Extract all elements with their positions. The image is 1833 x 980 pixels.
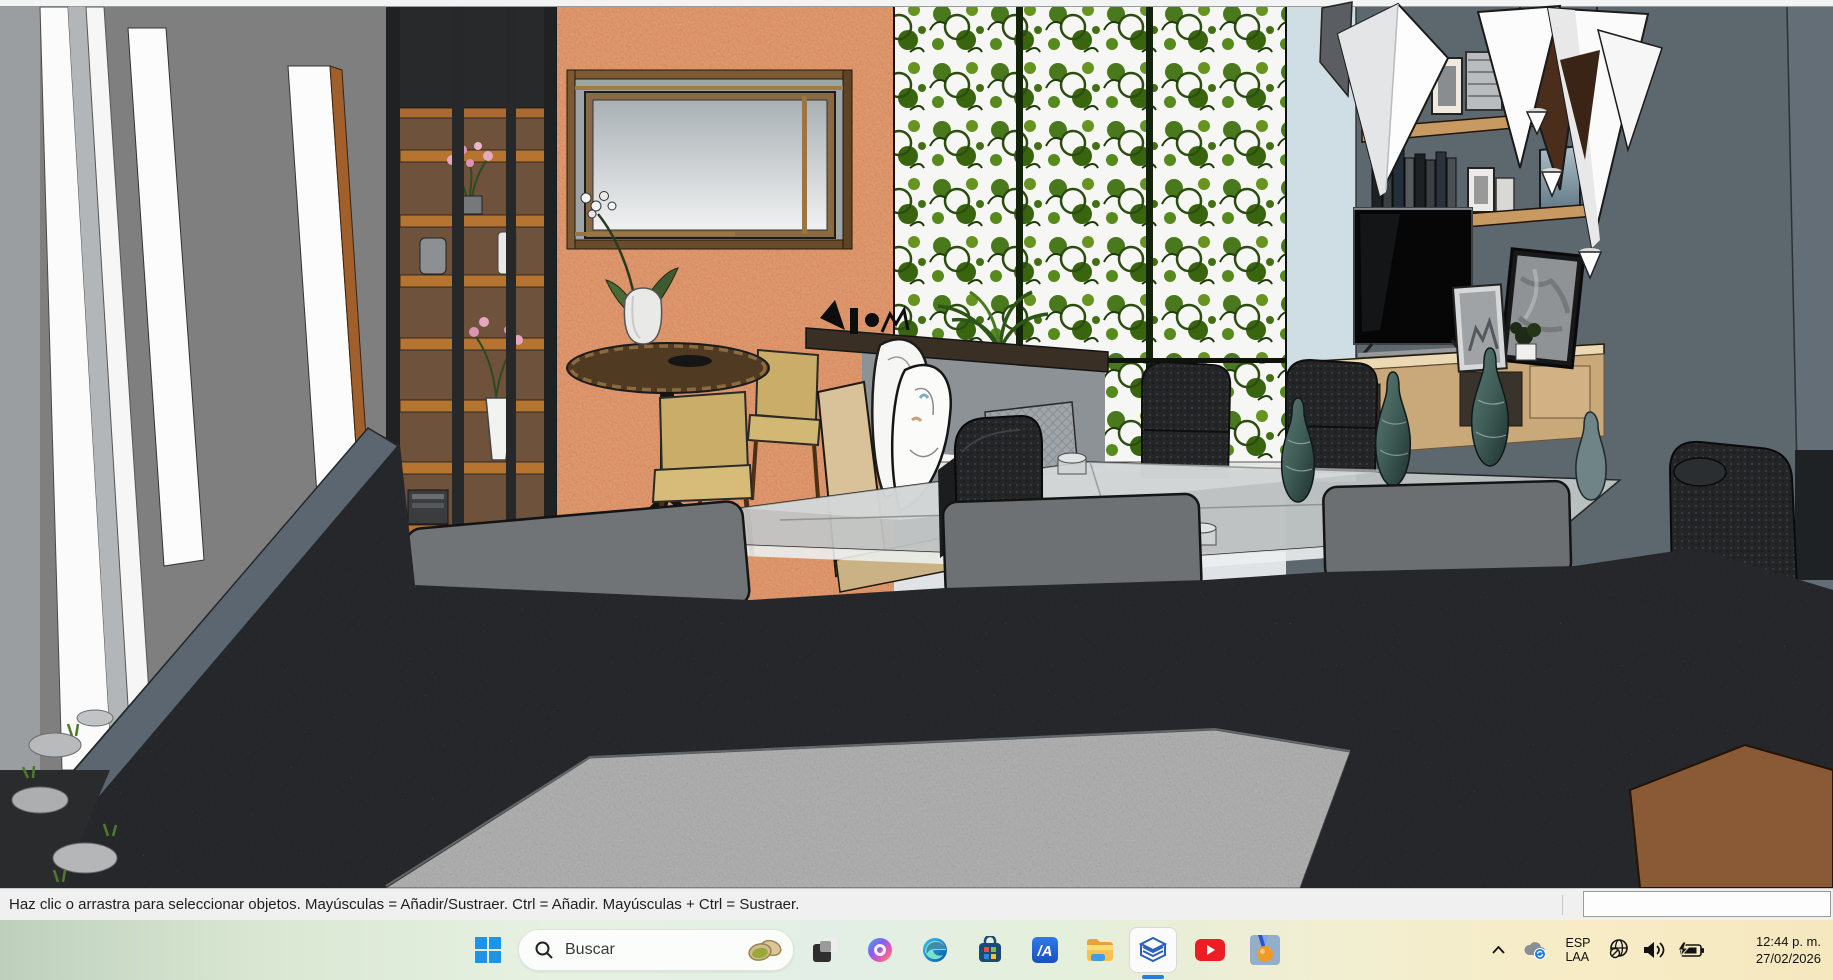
task-view-button[interactable] (805, 928, 845, 972)
copilot-button[interactable] (860, 928, 900, 972)
tray-chevron-button[interactable] (1481, 946, 1515, 954)
glass-cup (1058, 453, 1086, 474)
battery-charging-icon (1677, 941, 1705, 959)
search-placeholder: Buscar (565, 941, 747, 959)
speaker-icon (1643, 941, 1665, 959)
cloud-sync-icon (1523, 940, 1547, 960)
clock-date: 27/02/2026 (1756, 950, 1821, 967)
edge-button[interactable] (915, 928, 955, 972)
sketchup-icon (1138, 935, 1168, 965)
sketchup-app-button[interactable] (1129, 927, 1177, 973)
onedrive-tray-button[interactable] (1515, 940, 1555, 960)
copilot-icon (866, 936, 894, 964)
clock-time: 12:44 p. m. (1756, 933, 1821, 950)
language-indicator[interactable]: ESP LAA (1555, 936, 1601, 964)
clock[interactable]: 12:44 p. m. 27/02/2026 (1711, 933, 1833, 967)
volume-tray-button[interactable] (1637, 941, 1671, 959)
viewport-3d-scene[interactable] (0, 0, 1833, 888)
taskbar: Buscar (0, 920, 1833, 980)
youtube-icon (1195, 939, 1225, 961)
tv[interactable] (1354, 208, 1472, 356)
status-divider (1562, 895, 1563, 915)
chevron-up-icon (1492, 946, 1505, 954)
slash-a-app-button[interactable]: /A (1025, 928, 1065, 972)
microsoft-store-icon (976, 936, 1004, 964)
windows-logo-icon (475, 937, 501, 963)
search-input[interactable]: Buscar (518, 929, 794, 971)
language-line2: LAA (1565, 950, 1590, 964)
open-shelving-unit[interactable] (386, 7, 556, 607)
status-bar: Haz clic o arrastra para seleccionar obj… (0, 888, 1833, 920)
globe-offline-icon (1607, 938, 1631, 962)
battery-tray-button[interactable] (1671, 941, 1711, 959)
medal-app-button[interactable] (1245, 928, 1285, 972)
task-view-icon (812, 937, 838, 963)
slash-a-icon: /A (1031, 936, 1059, 964)
edge-icon (921, 936, 949, 964)
start-button[interactable] (468, 928, 508, 972)
language-line1: ESP (1565, 936, 1590, 950)
system-tray: ESP LAA (1481, 920, 1833, 980)
file-explorer-button[interactable] (1080, 928, 1120, 972)
wall-mirror[interactable] (567, 70, 852, 249)
youtube-button[interactable] (1190, 928, 1230, 972)
desktop-screen: Haz clic o arrastra para seleccionar obj… (0, 0, 1833, 980)
status-hint: Haz clic o arrastra para seleccionar obj… (0, 896, 799, 913)
active-app-indicator (1142, 975, 1164, 979)
svg-text:/A: /A (1037, 943, 1053, 960)
pistachio-image (747, 937, 783, 963)
folder-icon (1085, 937, 1115, 963)
network-tray-button[interactable] (1601, 938, 1637, 962)
woven-armchair[interactable] (1142, 362, 1230, 478)
measurements-box[interactable] (1583, 891, 1831, 917)
search-icon (535, 941, 553, 959)
store-button[interactable] (970, 928, 1010, 972)
medal-icon (1250, 935, 1280, 965)
